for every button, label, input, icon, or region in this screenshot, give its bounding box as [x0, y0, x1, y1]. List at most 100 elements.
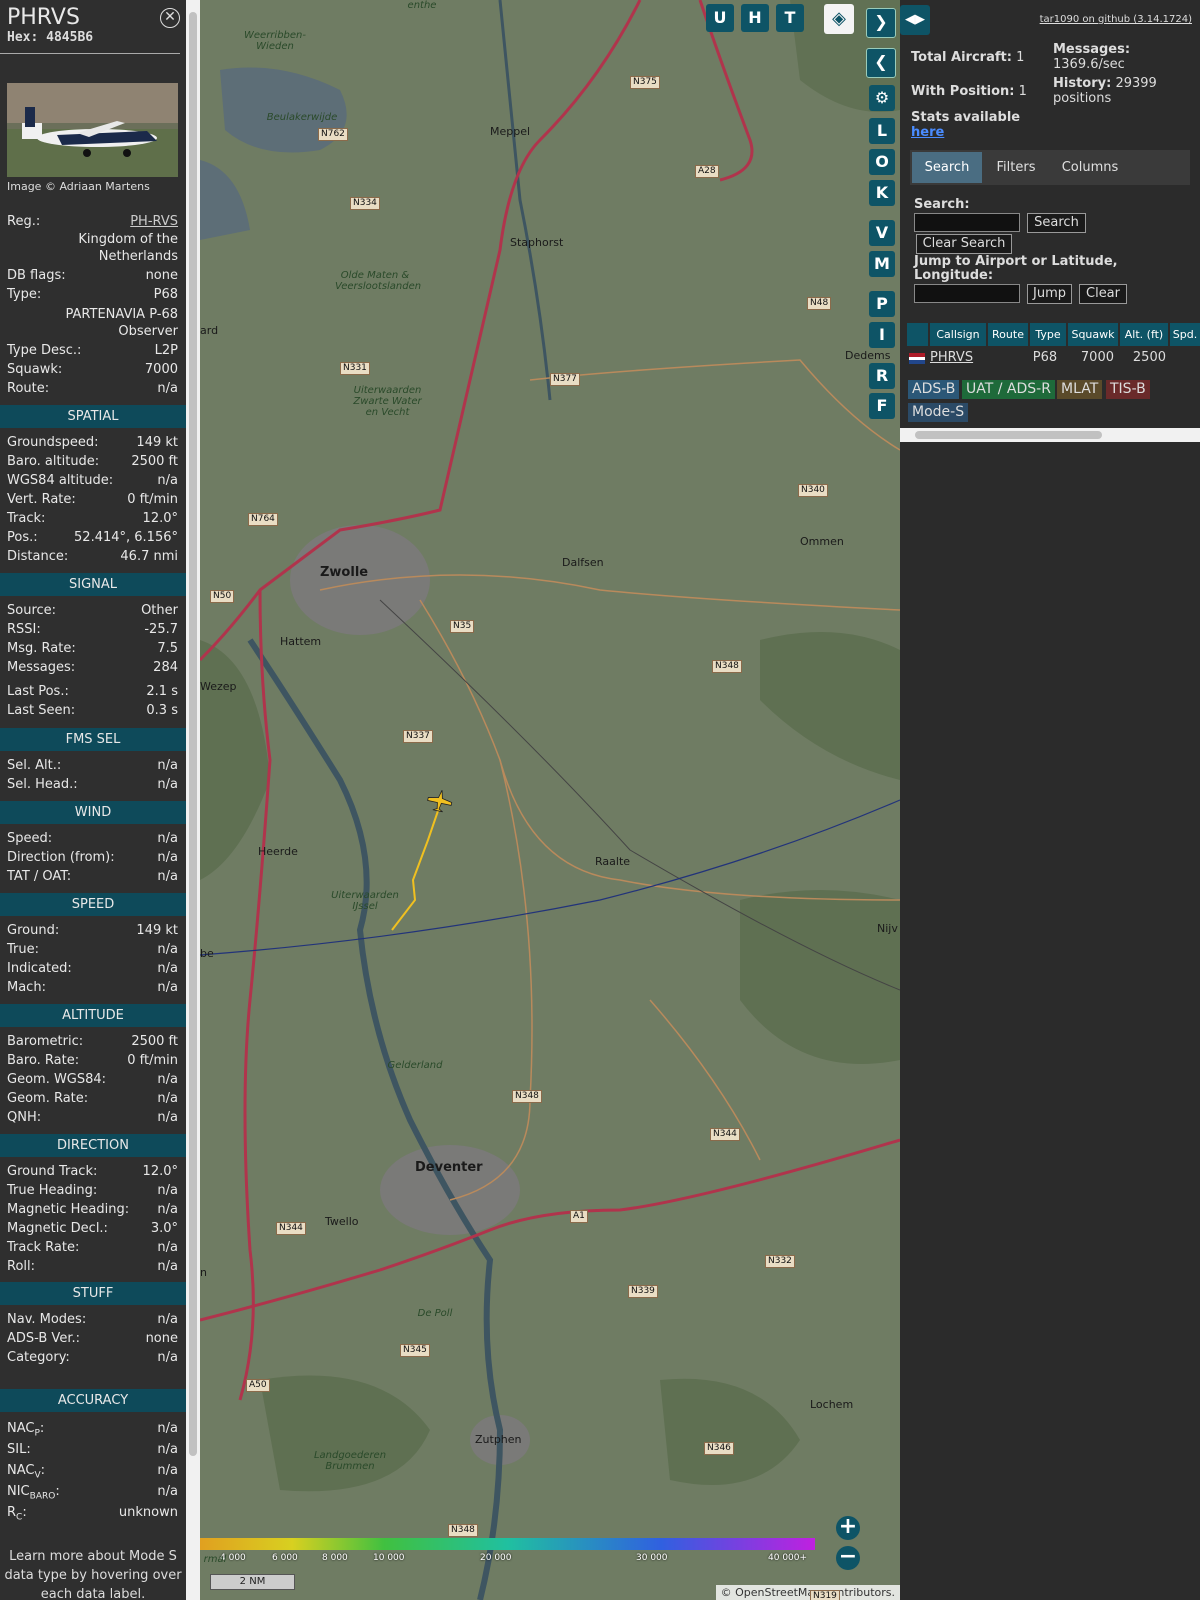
- jump-button[interactable]: Jump: [1027, 284, 1072, 304]
- row-callsign[interactable]: PHRVS: [930, 348, 984, 368]
- map-toggle-u-button[interactable]: U: [706, 4, 734, 32]
- row-label: Ground:: [7, 923, 60, 938]
- map-toggle-r-button[interactable]: R: [869, 363, 895, 389]
- detail-value: none: [145, 268, 178, 283]
- next-button[interactable]: ❯: [866, 8, 896, 38]
- clear-search-button[interactable]: Clear Search: [916, 234, 1012, 254]
- row-value: none: [145, 1331, 178, 1346]
- prev-button[interactable]: ❮: [866, 48, 896, 78]
- road-shield: N344: [710, 1128, 740, 1141]
- row-value: n/a: [157, 831, 178, 846]
- search-label: Search:: [914, 197, 970, 212]
- map-toggle-t-button[interactable]: T: [776, 4, 804, 32]
- row-value: n/a: [157, 758, 178, 773]
- settings-button[interactable]: ⚙: [869, 85, 895, 111]
- jump-input[interactable]: [914, 284, 1020, 303]
- github-link[interactable]: tar1090 on github (3.14.1724): [1040, 14, 1192, 25]
- map-toggle-h-button[interactable]: H: [741, 4, 769, 32]
- search-input[interactable]: [914, 213, 1020, 232]
- map-toggle-i-button[interactable]: I: [869, 322, 895, 348]
- stat-label: History:: [1053, 76, 1112, 91]
- scale-bar: 2 NM: [210, 1574, 295, 1590]
- history-stat: History: 29399 positions: [1053, 76, 1193, 106]
- row-value: 46.7 nmi: [120, 549, 178, 564]
- info-header: PHRVS Hex: 4845B6 ✕: [0, 0, 180, 54]
- section-direction: DIRECTION: [0, 1134, 186, 1157]
- section-spatial: SPATIAL: [0, 405, 186, 428]
- road-shield: A1: [570, 1210, 588, 1223]
- town-label: Raalte: [595, 855, 631, 868]
- row-squawk: 7000: [1080, 350, 1114, 365]
- table-header-route[interactable]: Route: [988, 323, 1028, 346]
- scrollbar-thumb[interactable]: [189, 12, 197, 1456]
- altitude-scale-tick: 40 000+: [768, 1553, 808, 1563]
- table-header-callsign[interactable]: Callsign: [930, 323, 986, 346]
- row-label-sub: V: [34, 1470, 41, 1481]
- scrollbar-thumb[interactable]: [915, 431, 1102, 439]
- clear-button[interactable]: Clear: [1079, 284, 1127, 304]
- table-header-squawk[interactable]: Squawk: [1068, 323, 1118, 346]
- row-value: n/a: [157, 1091, 178, 1106]
- map-toggle-m-button[interactable]: M: [869, 251, 895, 277]
- info-row-direction: True Heading: n/a: [7, 1181, 178, 1200]
- legend-uatadsr[interactable]: UAT / ADS-R: [962, 380, 1055, 399]
- row-value: 3.0°: [150, 1221, 178, 1236]
- zoom-out-button[interactable]: −: [836, 1546, 860, 1570]
- info-row-speed: Mach: n/a: [7, 978, 178, 997]
- road-shield: N340: [798, 484, 828, 497]
- map-toggle-k-button[interactable]: K: [869, 180, 895, 206]
- row-label: Last Pos.:: [7, 684, 69, 699]
- table-horizontal-scrollbar[interactable]: [900, 428, 1200, 442]
- aircraft-photo[interactable]: [7, 83, 178, 177]
- map-toggle-f-button[interactable]: F: [869, 393, 895, 419]
- row-value: 284: [153, 660, 178, 675]
- close-icon[interactable]: ✕: [160, 8, 180, 28]
- info-scrollbar[interactable]: [186, 0, 200, 1600]
- row-label: Category:: [7, 1350, 70, 1365]
- info-row-signal: Last Seen: 0.3 s: [7, 701, 178, 720]
- legend-mlat[interactable]: MLAT: [1057, 380, 1103, 399]
- search-button[interactable]: Search: [1027, 213, 1086, 233]
- area-label: Weerribben-Wieden: [244, 30, 306, 52]
- tab-search[interactable]: Search: [912, 152, 982, 183]
- zoom-in-button[interactable]: +: [836, 1516, 860, 1540]
- legend-modes[interactable]: Mode-S: [908, 403, 969, 422]
- row-label: SIL:: [7, 1442, 31, 1457]
- info-row-direction: Roll: n/a: [7, 1257, 178, 1276]
- map-toggle-l-button[interactable]: L: [869, 118, 895, 144]
- legend-adsb[interactable]: ADS-B: [908, 380, 960, 399]
- registration-link[interactable]: PH-RVS: [130, 212, 178, 231]
- tab-filters[interactable]: Filters: [986, 152, 1046, 183]
- map-view[interactable]: 4 000 6 000 8 000 10 000 20 000 30 000 40 000+…: [200, 0, 900, 1600]
- info-row-signal: Source: Other: [7, 601, 178, 620]
- row-value: 52.414°, 6.156°: [74, 530, 178, 545]
- detail-value: 7000: [144, 362, 178, 377]
- table-header-spd[interactable]: Spd.: [1170, 323, 1200, 346]
- detail-dbflags: DB flags: none: [7, 266, 178, 285]
- layers-button[interactable]: ◈: [824, 4, 854, 34]
- info-row-fms: Sel. Head.: n/a: [7, 775, 178, 794]
- table-header-type[interactable]: Type: [1030, 323, 1066, 346]
- row-value: 2500 ft: [131, 1034, 178, 1049]
- map-toggle-p-button[interactable]: P: [869, 291, 895, 317]
- row-label: Nav. Modes:: [7, 1312, 87, 1327]
- legend-tisb[interactable]: TIS-B: [1106, 380, 1150, 399]
- detail-label: Type:: [7, 287, 42, 302]
- info-row-speed: True: n/a: [7, 940, 178, 959]
- detail-label: Reg.:: [7, 214, 41, 229]
- table-header-altft[interactable]: Alt. (ft): [1120, 323, 1168, 346]
- info-row-wind: TAT / OAT: n/a: [7, 867, 178, 886]
- map-toggle-v-button[interactable]: V: [869, 220, 895, 246]
- split-toggle-button[interactable]: ◀▶: [900, 5, 930, 35]
- stats-link[interactable]: here: [911, 125, 944, 140]
- tab-columns[interactable]: Columns: [1050, 152, 1130, 183]
- area-label: Uiterwaarden IJssel: [331, 890, 399, 912]
- area-label: De Poll: [417, 1308, 453, 1319]
- row-value: n/a: [157, 980, 178, 995]
- detail-typedesc: Type Desc.: L2P: [7, 341, 178, 360]
- row-value: Other: [141, 603, 178, 618]
- altitude-scale-tick: 6 000: [272, 1553, 298, 1563]
- map-toggle-o-button[interactable]: O: [869, 149, 895, 175]
- row-label: Barometric:: [7, 1034, 84, 1049]
- altitude-color-bar: [200, 1538, 815, 1550]
